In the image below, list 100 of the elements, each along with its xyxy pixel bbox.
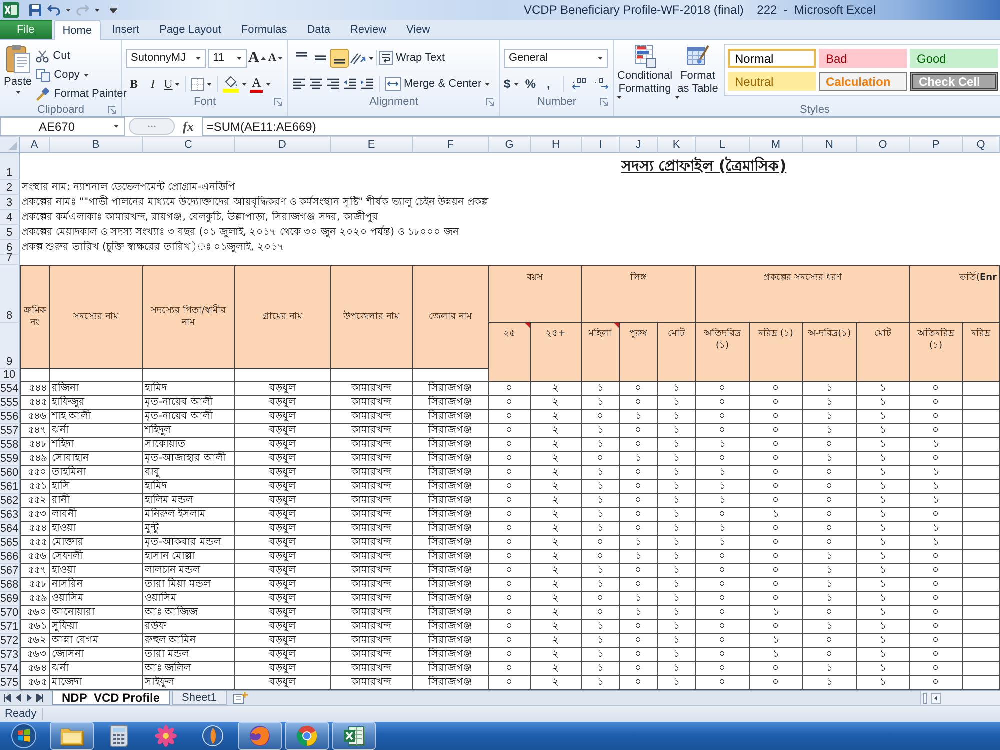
- taskbar-button[interactable]: [50, 722, 94, 750]
- orientation-icon[interactable]: [349, 51, 367, 65]
- ribbon-tab[interactable]: Data: [298, 20, 340, 39]
- grip-handle-icon[interactable]: [129, 118, 175, 135]
- name-box-field[interactable]: AE670: [0, 117, 125, 136]
- format-as-table-button[interactable]: Format as Table: [675, 43, 721, 103]
- row-header[interactable]: 558: [0, 438, 20, 452]
- align-center-icon[interactable]: [309, 78, 323, 90]
- shrink-font-button[interactable]: A: [268, 48, 284, 68]
- row-header[interactable]: 566: [0, 550, 20, 564]
- column-header[interactable]: B: [50, 137, 143, 153]
- row-header[interactable]: 569: [0, 592, 20, 606]
- ribbon-tab[interactable]: View: [398, 20, 440, 39]
- grow-font-button[interactable]: A: [248, 48, 266, 68]
- column-header[interactable]: K: [658, 137, 696, 153]
- align-right-icon[interactable]: [326, 78, 340, 90]
- bold-button[interactable]: B: [126, 74, 142, 94]
- horizontal-scrollbar[interactable]: [920, 691, 1000, 705]
- column-header[interactable]: P: [910, 137, 963, 153]
- row-header[interactable]: 8: [0, 265, 20, 323]
- row-header[interactable]: 563: [0, 508, 20, 522]
- row-header[interactable]: 5: [0, 225, 20, 240]
- first-sheet-icon[interactable]: [4, 694, 12, 702]
- merge-center-button[interactable]: Merge & Center: [385, 74, 490, 94]
- row-header[interactable]: 9: [0, 323, 20, 369]
- taskbar-button[interactable]: [332, 722, 376, 750]
- increase-indent-icon[interactable]: [360, 78, 374, 90]
- ribbon-button[interactable]: Copy: [36, 66, 127, 84]
- row-header[interactable]: 568: [0, 578, 20, 592]
- new-sheet-icon[interactable]: [232, 692, 248, 704]
- column-header[interactable]: H: [531, 137, 582, 153]
- last-sheet-icon[interactable]: [36, 694, 44, 702]
- underline-button[interactable]: U: [164, 74, 180, 94]
- paint-bucket-icon[interactable]: [223, 76, 239, 92]
- next-sheet-icon[interactable]: [26, 694, 32, 702]
- column-header[interactable]: M: [750, 137, 803, 153]
- undo-icon[interactable]: [47, 4, 61, 16]
- number-format-field[interactable]: General: [504, 48, 608, 68]
- column-header[interactable]: D: [235, 137, 331, 153]
- previous-sheet-icon[interactable]: [16, 694, 22, 702]
- decrease-decimal-icon[interactable]: [594, 78, 610, 90]
- caret-icon[interactable]: [242, 82, 247, 86]
- caret-icon[interactable]: [66, 8, 71, 12]
- row-header[interactable]: 562: [0, 494, 20, 508]
- ribbon-tab[interactable]: File: [0, 20, 52, 39]
- align-bottom-icon[interactable]: [330, 48, 349, 68]
- decrease-indent-icon[interactable]: [343, 78, 357, 90]
- row-header[interactable]: 4: [0, 210, 20, 225]
- split-handle-icon[interactable]: [923, 692, 927, 704]
- column-header[interactable]: E: [331, 137, 413, 153]
- caret-icon[interactable]: [266, 82, 272, 86]
- insert-function-button[interactable]: fx: [179, 118, 198, 134]
- cell-style-option[interactable]: Normal: [728, 49, 816, 68]
- italic-button[interactable]: I: [145, 74, 161, 94]
- column-header[interactable]: F: [413, 137, 489, 153]
- paste-button[interactable]: Paste: [4, 43, 32, 103]
- caret-icon[interactable]: [95, 8, 100, 12]
- ribbon-tab[interactable]: Formulas: [232, 20, 296, 39]
- row-header[interactable]: 556: [0, 410, 20, 424]
- row-header[interactable]: 554: [0, 382, 20, 396]
- column-header[interactable]: N: [803, 137, 857, 153]
- taskbar-button[interactable]: [238, 722, 282, 750]
- launcher-icon[interactable]: [486, 98, 494, 106]
- row-header[interactable]: 571: [0, 620, 20, 634]
- column-header[interactable]: L: [696, 137, 750, 153]
- wrap-text-button[interactable]: Wrap Text: [379, 48, 446, 68]
- align-left-icon[interactable]: [292, 78, 306, 90]
- number-format-button[interactable]: %: [524, 74, 537, 94]
- font-color-button[interactable]: A: [250, 76, 264, 92]
- column-header[interactable]: Q: [963, 137, 1000, 153]
- row-header[interactable]: 2: [0, 180, 20, 195]
- caret-icon[interactable]: [207, 82, 212, 86]
- cell-style-option[interactable]: Good: [910, 49, 998, 68]
- customize-caret-icon[interactable]: [110, 7, 117, 13]
- column-header[interactable]: G: [489, 137, 531, 153]
- row-header[interactable]: 564: [0, 522, 20, 536]
- ribbon-tab[interactable]: Insert: [103, 20, 149, 39]
- start-orb-icon[interactable]: [8, 723, 38, 749]
- borders-icon[interactable]: [191, 78, 204, 90]
- increase-decimal-icon[interactable]: [572, 78, 588, 90]
- cell-style-option[interactable]: Bad: [819, 49, 907, 68]
- column-header[interactable]: C: [143, 137, 235, 153]
- ribbon-tab[interactable]: Page Layout: [150, 20, 230, 39]
- sheet-tab[interactable]: Sheet1: [172, 691, 227, 705]
- row-header[interactable]: 1: [0, 153, 20, 180]
- launcher-icon[interactable]: [108, 106, 116, 114]
- column-header[interactable]: I: [582, 137, 620, 153]
- cell-style-option[interactable]: Neutral: [728, 72, 816, 91]
- taskbar-button[interactable]: [285, 722, 329, 750]
- row-header[interactable]: 573: [0, 648, 20, 662]
- row-header[interactable]: 570: [0, 606, 20, 620]
- ribbon-button[interactable]: Format Painter: [36, 85, 127, 103]
- row-header[interactable]: 567: [0, 564, 20, 578]
- row-header[interactable]: 565: [0, 536, 20, 550]
- number-format-button[interactable]: ,: [542, 74, 555, 94]
- ribbon-tab[interactable]: Review: [341, 20, 396, 39]
- row-header[interactable]: 572: [0, 634, 20, 648]
- row-header[interactable]: 560: [0, 466, 20, 480]
- number-format-button[interactable]: $: [504, 74, 519, 94]
- caret-icon[interactable]: [369, 56, 374, 60]
